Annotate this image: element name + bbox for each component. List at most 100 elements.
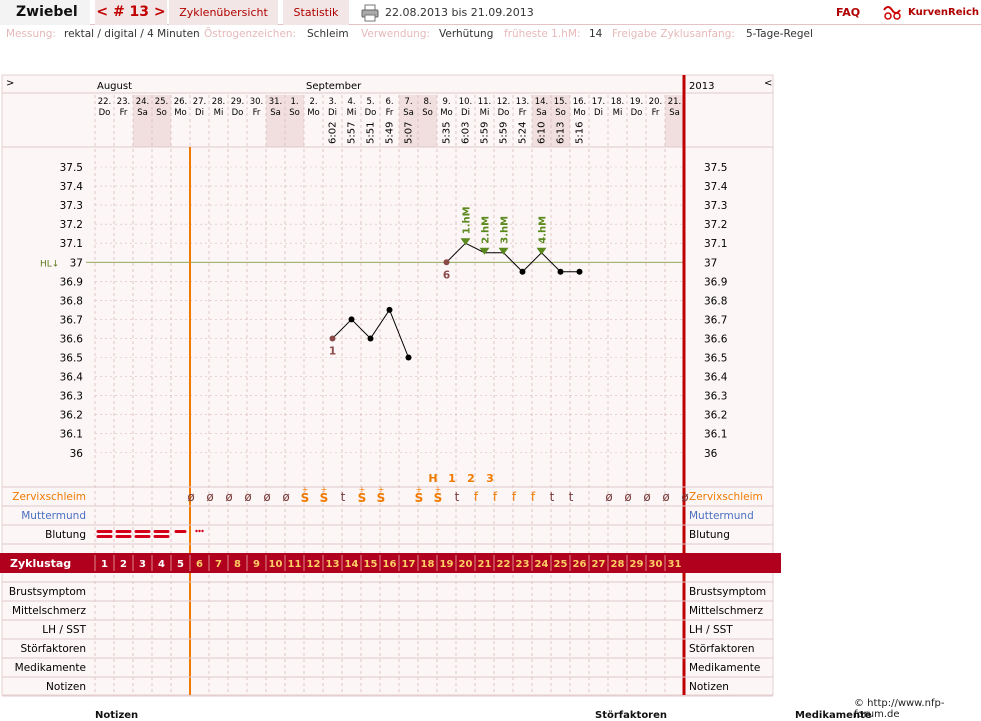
nav-prev-arrow[interactable]: >: [6, 78, 14, 89]
row-label-right-stoer[interactable]: Störfaktoren: [689, 643, 754, 655]
day-number: 17.: [592, 97, 606, 107]
day-number: 12.: [497, 97, 511, 107]
mucus-symbol: ø: [624, 490, 631, 504]
y-tick-left: 36.8: [60, 295, 83, 307]
temperature-point: [557, 268, 564, 275]
y-tick-left: 37.3: [60, 200, 83, 212]
mucus-plus: +: [359, 485, 366, 494]
day-number: 19.: [630, 97, 644, 107]
day-weekday: Sa: [536, 108, 547, 118]
y-tick-left: 36.9: [60, 276, 83, 288]
day-weekday: Di: [461, 108, 470, 118]
temperature-point: [519, 268, 526, 275]
row-label-mittel[interactable]: Mittelschmerz: [12, 605, 86, 617]
row-label-right-mittel[interactable]: Mittelschmerz: [689, 605, 763, 617]
row-label-brust[interactable]: Brustsymptom: [9, 586, 86, 598]
row-label-right-notizen[interactable]: Notizen: [689, 681, 729, 693]
nav-next-arrow[interactable]: <: [764, 78, 772, 89]
cycle-day-number: 14: [345, 559, 359, 570]
day-weekday: Do: [232, 108, 244, 118]
measure-time: 5:49: [385, 122, 396, 144]
day-number: 13.: [516, 97, 530, 107]
row-label-right-brust[interactable]: Brustsymptom: [689, 586, 766, 598]
day-number: 2.: [309, 97, 317, 107]
row-label-lh[interactable]: LH / SST: [42, 624, 86, 636]
day-weekday: Mo: [573, 108, 586, 118]
mucus-symbol: ø: [187, 490, 194, 504]
row-label-right-lh[interactable]: LH / SST: [689, 624, 733, 636]
peak-label: 2: [467, 472, 475, 485]
day-weekday: Fr: [386, 108, 394, 118]
row-label-medi[interactable]: Medikamente: [15, 662, 86, 674]
row-label-stoer[interactable]: Störfaktoren: [21, 643, 86, 655]
day-number: 28.: [212, 97, 226, 107]
day-weekday: Fr: [652, 108, 660, 118]
cycle-day-number: 29: [630, 559, 644, 570]
temperature-point: [576, 268, 583, 275]
mucus-symbol: ø: [206, 490, 213, 504]
day-number: 8.: [423, 97, 431, 107]
day-number: 15.: [554, 97, 568, 107]
row-label-right-zervix[interactable]: Zervixschleim: [689, 491, 763, 503]
row-label-right-blutung[interactable]: Blutung: [689, 529, 730, 541]
bleeding-spot: [201, 529, 204, 533]
y-tick-right: 37.2: [704, 219, 727, 231]
bleeding-mark: [134, 530, 151, 533]
row-label-right-muttermund[interactable]: Muttermund: [689, 510, 754, 522]
mucus-symbol: ø: [225, 490, 232, 504]
row-label-zervix[interactable]: Zervixschleim: [12, 491, 86, 503]
y-tick-right: 36.5: [704, 353, 727, 365]
year-label: 2013: [689, 81, 714, 92]
cycle-day-number: 21: [478, 559, 492, 570]
y-tick-right: 37.5: [704, 162, 727, 174]
bleeding-mark: [96, 535, 113, 538]
bleeding-mark: [134, 535, 151, 538]
chart-panel: [1, 74, 774, 696]
day-weekday: Fr: [120, 108, 128, 118]
y-tick-left: 36.1: [60, 429, 83, 441]
y-tick-right: 36: [704, 448, 718, 460]
cycle-day-label: Zyklustag: [10, 557, 71, 570]
day-number: 1.: [290, 97, 298, 107]
measure-time: 6:13: [556, 122, 567, 144]
cycle-day-number: 5: [177, 559, 184, 570]
day-weekday: Mi: [613, 108, 623, 118]
cycle-day-number: 30: [649, 559, 663, 570]
day-weekday: Sa: [137, 108, 148, 118]
day-number: 18.: [611, 97, 625, 107]
mucus-plus: +: [378, 485, 385, 494]
row-label-right-medi[interactable]: Medikamente: [689, 662, 760, 674]
measure-time: 6:10: [537, 122, 548, 144]
day-weekday: So: [156, 108, 167, 118]
point-label: 1: [329, 345, 336, 357]
mucus-symbol: ø: [681, 490, 688, 504]
day-number: 10.: [459, 97, 473, 107]
day-weekday: Do: [365, 108, 377, 118]
cycle-day-number: 13: [326, 559, 340, 570]
day-weekday: Mi: [214, 108, 224, 118]
row-label-notizen[interactable]: Notizen: [46, 681, 86, 693]
y-tick-left: 37: [70, 257, 83, 269]
day-number: 5.: [366, 97, 374, 107]
day-weekday: Di: [328, 108, 337, 118]
day-weekday: Mi: [347, 108, 357, 118]
cycle-day-number: 28: [611, 559, 625, 570]
y-tick-left: 37.2: [60, 219, 83, 231]
measure-time: 5:35: [442, 122, 453, 144]
mucus-plus: +: [321, 485, 328, 494]
measure-time: 5:16: [575, 122, 586, 144]
day-weekday: Di: [195, 108, 204, 118]
row-label-muttermund[interactable]: Muttermund: [21, 510, 86, 522]
hm-label: 1.hM: [462, 206, 473, 234]
measure-time: 5:07: [404, 122, 415, 144]
footer-credit[interactable]: © http://www.nfp-forum.de: [854, 698, 981, 720]
y-tick-left: 36.6: [60, 333, 84, 345]
day-number: 21.: [668, 97, 682, 107]
y-tick-right: 36.6: [704, 333, 728, 345]
bleeding-mark: [115, 530, 132, 533]
day-number: 27.: [193, 97, 207, 107]
row-label-blutung[interactable]: Blutung: [45, 529, 86, 541]
mucus-symbol: ø: [643, 490, 650, 504]
temperature-point: [367, 335, 374, 342]
cycle-day-number: 12: [307, 559, 321, 570]
